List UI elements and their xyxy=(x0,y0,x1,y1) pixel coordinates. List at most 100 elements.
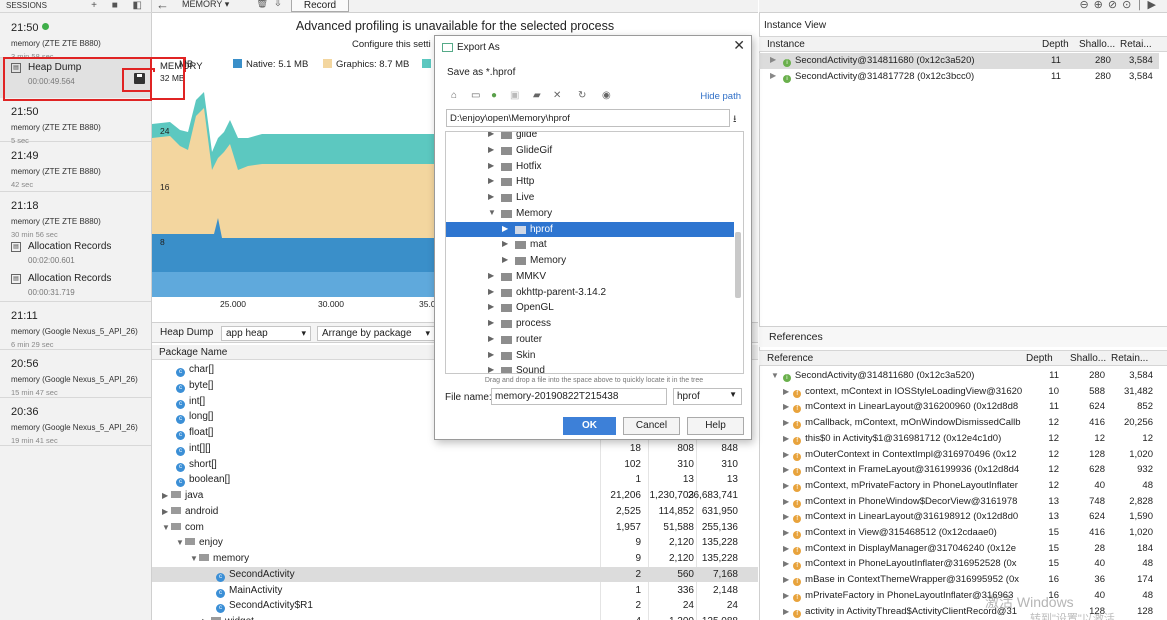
reference-row[interactable]: ▶ f mContext in DisplayManager@317046240 (… xyxy=(759,541,1159,557)
instance-row[interactable]: ▶ i SecondActivity@314817728 (0x12c3bcc0)… xyxy=(759,69,1159,85)
expand-arrow-icon[interactable]: ▶ xyxy=(488,132,494,138)
folder-tree-item[interactable]: ▶ process xyxy=(446,316,734,332)
expand-arrow-icon[interactable]: ▶ xyxy=(502,224,508,233)
folder-tree-item[interactable]: ▼ Memory xyxy=(446,206,734,222)
reference-row[interactable]: ▼ i SecondActivity@314811680 (0x12c3a520) 1… xyxy=(759,368,1159,384)
reference-row[interactable]: ▶ f mContext in PhoneLayoutInflater@316952… xyxy=(759,556,1159,572)
heap-select[interactable]: app heap ▾ xyxy=(221,326,311,341)
reference-row[interactable]: ▶ f mContext in LinearLayout@316198912 (0x… xyxy=(759,509,1159,525)
folder-tree-item[interactable]: ▶ MMKV xyxy=(446,269,734,285)
expand-arrow-icon[interactable]: ▶ xyxy=(783,387,789,396)
tree-scrollbar[interactable] xyxy=(735,232,741,298)
reference-row[interactable]: ▶ f mContext in FrameLayout@316199936 (0x1… xyxy=(759,462,1159,478)
expand-arrow-icon[interactable]: ▶ xyxy=(783,434,789,443)
expand-arrow-icon[interactable]: ▼ xyxy=(488,208,496,217)
folder-tree-item[interactable]: ▶ Live xyxy=(446,190,734,206)
tab-references[interactable]: References xyxy=(769,331,823,343)
class-row[interactable]: c short[] 102 310 310 xyxy=(152,457,758,473)
expand-arrow-icon[interactable]: ▶ xyxy=(783,544,789,553)
cancel-button[interactable]: Cancel xyxy=(623,417,680,435)
folder-tree-item[interactable]: ▶ GlideGif xyxy=(446,143,734,159)
desktop-icon[interactable]: ▭ xyxy=(471,90,480,101)
path-input[interactable]: D:\enjoy\open\Memory\hprof xyxy=(446,109,730,127)
new-folder-icon[interactable]: ▰ xyxy=(533,90,541,101)
folder-tree-item[interactable]: ▶ Sound xyxy=(446,363,734,373)
expand-arrow-icon[interactable]: ▶ xyxy=(783,481,789,490)
project-icon[interactable]: ● xyxy=(491,90,497,101)
reference-row[interactable]: ▶ f mContext in View@315468512 (0x12cdaae0… xyxy=(759,525,1159,541)
folder-tree-item[interactable]: ▶ Hotfix xyxy=(446,159,734,175)
refresh-icon[interactable]: ↻ xyxy=(578,90,586,101)
session-item[interactable]: 21:49 memory (ZTE ZTE B880) 42 sec xyxy=(0,142,151,192)
module-icon[interactable]: ▣ xyxy=(510,90,519,101)
expand-arrow-icon[interactable]: ▼ xyxy=(176,538,185,547)
expand-arrow-icon[interactable]: ▶ xyxy=(488,145,494,154)
session-item[interactable]: 20:36 memory (Google Nexus_5_API_26) 19 … xyxy=(0,398,151,446)
expand-arrow-icon[interactable]: ▶ xyxy=(783,418,789,427)
expand-arrow-icon[interactable]: ▶ xyxy=(783,465,789,474)
folder-tree-item[interactable]: ▶ okhttp-parent-3.14.2 xyxy=(446,285,734,301)
expand-arrow-icon[interactable]: ▶ xyxy=(783,528,789,537)
expand-arrow-icon[interactable]: ▶ xyxy=(488,365,494,373)
reference-row[interactable]: ▶ f context, mContext in IOSStyleLoadingVi… xyxy=(759,384,1159,400)
class-row[interactable]: ▼ memory 9 2,120 135,228 xyxy=(152,551,758,567)
expand-arrow-icon[interactable]: ▶ xyxy=(783,402,789,411)
class-row[interactable]: c int[][] 18 808 848 xyxy=(152,441,758,457)
expand-arrow-icon[interactable]: ▶ xyxy=(502,255,508,264)
reference-row[interactable]: ▶ f mPrivateFactory in PhoneLayoutInflater… xyxy=(759,588,1159,604)
folder-tree-item[interactable]: ▶ Skin xyxy=(446,348,734,364)
col-reference[interactable]: Reference xyxy=(767,353,813,364)
folder-tree-item[interactable]: ▶ Memory xyxy=(446,253,734,269)
class-row[interactable]: ▼ com 1,957 51,588 255,136 xyxy=(152,520,758,536)
configure-link[interactable]: Configure this setti xyxy=(352,39,431,50)
session-item[interactable]: 20:56 memory (Google Nexus_5_API_26) 15 … xyxy=(0,350,151,398)
show-hidden-icon[interactable]: ◉ xyxy=(602,90,611,101)
instance-row[interactable]: ▶ i SecondActivity@314811680 (0x12c3a520)… xyxy=(759,53,1159,69)
toolbar-icons[interactable]: 🗑⇩ xyxy=(256,0,287,9)
expand-arrow-icon[interactable]: ▶ xyxy=(770,71,776,80)
expand-arrow-icon[interactable]: ▶ xyxy=(162,507,171,516)
expand-arrow-icon[interactable]: ▶ xyxy=(783,450,789,459)
class-row[interactable]: ▶ android 2,525 114,852 631,950 xyxy=(152,504,758,520)
col-shallow[interactable]: Shallo... xyxy=(1079,39,1115,50)
download-arrow-icon[interactable]: ⭳ xyxy=(733,112,737,129)
expand-arrow-icon[interactable]: ▶ xyxy=(488,271,494,280)
arrange-select[interactable]: Arrange by package ▾ xyxy=(317,326,435,341)
reference-row[interactable]: ▶ f mContext in PhoneWindow$DecorView@3161… xyxy=(759,494,1159,510)
reference-row[interactable]: ▶ f mOuterContext in ContextImpl@316970496… xyxy=(759,447,1159,463)
folder-tree-item[interactable]: ▶ Http xyxy=(446,174,734,190)
expand-arrow-icon[interactable]: ▶ xyxy=(162,491,171,500)
col-ref-shallow[interactable]: Shallo... xyxy=(1070,353,1106,364)
class-row[interactable]: c SecondActivity 2 560 7,168 xyxy=(152,566,758,583)
col-package-name[interactable]: Package Name xyxy=(159,347,227,358)
expand-arrow-icon[interactable]: ▼ xyxy=(190,554,199,563)
session-item[interactable]: 21:50 memory (ZTE ZTE B880) 5 sec xyxy=(0,98,151,145)
expand-arrow-icon[interactable]: ▶ xyxy=(783,512,789,521)
expand-arrow-icon[interactable]: ▶ xyxy=(488,176,494,185)
expand-arrow-icon[interactable]: ▶ xyxy=(488,350,494,359)
expand-arrow-icon[interactable]: ▶ xyxy=(770,55,776,64)
col-instance[interactable]: Instance xyxy=(767,39,805,50)
hide-path-link[interactable]: Hide path xyxy=(700,91,741,102)
folder-tree-item[interactable]: ▶ OpenGL xyxy=(446,300,734,316)
class-row[interactable]: ▼ enjoy 9 2,120 135,228 xyxy=(152,535,758,551)
reference-row[interactable]: ▶ f this$0 in Activity$1@316981712 (0x12e4… xyxy=(759,431,1159,447)
class-row[interactable]: c MainActivity 1 336 2,148 xyxy=(152,583,758,599)
folder-tree-item[interactable]: ▶ mat xyxy=(446,237,734,253)
col-retained[interactable]: Retai... xyxy=(1120,39,1152,50)
session-item[interactable]: 21:50 memory (ZTE ZTE B880) 3 min 58 sec xyxy=(0,14,151,61)
allocation-records-artifact[interactable]: ▤ Allocation Records 00:02:00.601 xyxy=(0,237,151,269)
expand-arrow-icon[interactable]: ▶ xyxy=(488,334,494,343)
folder-tree-item[interactable]: ▶ glide xyxy=(446,132,734,143)
expand-arrow-icon[interactable]: ▶ xyxy=(783,591,789,600)
class-row[interactable]: ▶ java 21,206 1,230,703 26,683,741 xyxy=(152,488,758,504)
class-row[interactable]: c SecondActivity$R1 2 24 24 xyxy=(152,598,758,614)
sessions-toolbar-icons[interactable]: + ■ ◧ xyxy=(91,0,148,12)
zoom-controls-icons[interactable]: ⊖⊕⊘⊙⏐▶ xyxy=(1079,0,1161,12)
folder-tree-item[interactable]: ▶ router xyxy=(446,332,734,348)
memory-dropdown[interactable]: MEMORY ▾ xyxy=(182,0,229,10)
expand-arrow-icon[interactable]: ▶ xyxy=(783,607,789,616)
class-row[interactable]: ▶widget 4 1,200 125,088 xyxy=(152,614,758,620)
col-ref-retained[interactable]: Retain... xyxy=(1111,353,1148,364)
reference-row[interactable]: ▶ f mCallback, mContext, mOnWindowDismisse… xyxy=(759,415,1159,431)
